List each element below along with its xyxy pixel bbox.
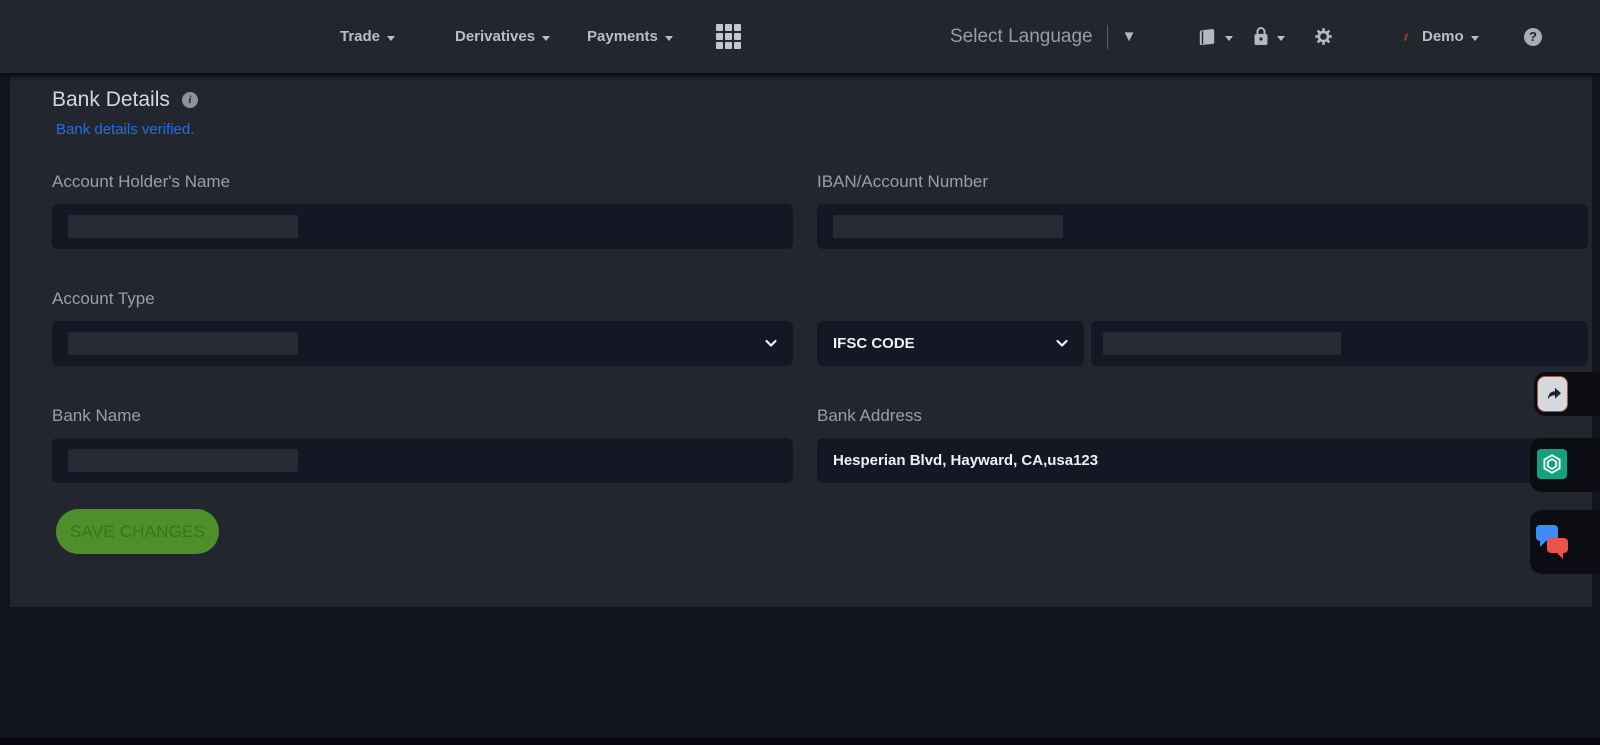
- bottom-edge-bar: [0, 738, 1600, 745]
- help-button[interactable]: ?: [1524, 0, 1542, 73]
- ifsc-code-select[interactable]: IFSC CODE: [817, 321, 1084, 366]
- chatgpt-icon[interactable]: [1537, 449, 1567, 479]
- language-dropdown-arrow-icon: ▼: [1122, 29, 1137, 44]
- top-nav: Trade Derivatives Payments Select Langua…: [0, 0, 1600, 73]
- info-icon[interactable]: i: [182, 92, 198, 108]
- chatgpt-knot-icon: [1541, 453, 1563, 475]
- divider: [1107, 25, 1108, 49]
- save-changes-button[interactable]: SAVE CHANGES: [56, 509, 219, 554]
- lock-icon: [1252, 26, 1270, 47]
- account-menu-demo[interactable]: Demo: [1405, 0, 1479, 73]
- app: Trade Derivatives Payments Select Langua…: [0, 0, 1600, 745]
- nav-item-label: Derivatives: [455, 28, 535, 45]
- security-lock-button[interactable]: [1252, 0, 1285, 73]
- gear-icon: [1314, 27, 1333, 46]
- chevron-down-icon: [763, 335, 779, 351]
- redacted-value: [1103, 332, 1341, 355]
- bank-details-panel: Bank Details i Bank details verified. Ac…: [10, 75, 1592, 607]
- chevron-down-icon: [1277, 36, 1285, 41]
- ifsc-code-input[interactable]: [1091, 321, 1588, 366]
- orders-book-button[interactable]: [1197, 0, 1233, 73]
- redacted-value: [68, 332, 298, 355]
- nav-item-label: Payments: [587, 28, 658, 45]
- chevron-down-icon: [387, 36, 395, 41]
- share-arrow-icon: [1542, 383, 1564, 405]
- apps-launcher-button[interactable]: [716, 0, 741, 73]
- account-type-label: Account Type: [52, 289, 155, 309]
- page-title-text: Bank Details: [52, 88, 170, 112]
- chat-bubbles-icon[interactable]: [1534, 521, 1570, 563]
- status-message: Bank details verified.: [56, 121, 194, 138]
- page-title: Bank Details i: [52, 88, 198, 112]
- bank-name-input[interactable]: [52, 438, 793, 483]
- iban-input[interactable]: [817, 204, 1588, 249]
- account-holder-input[interactable]: [52, 204, 793, 249]
- redacted-value: [68, 215, 298, 238]
- language-selector[interactable]: Select Language ▼: [950, 0, 1136, 73]
- language-selector-label: Select Language: [950, 26, 1093, 48]
- chevron-down-icon: [665, 36, 673, 41]
- chat-bubbles-glyph: [1534, 521, 1570, 563]
- nav-item-derivatives[interactable]: Derivatives: [455, 0, 550, 73]
- help-icon: ?: [1524, 28, 1542, 46]
- redacted-value: [833, 215, 1063, 238]
- status-tick-icon: [1404, 32, 1408, 40]
- bank-name-label: Bank Name: [52, 406, 141, 426]
- account-holder-label: Account Holder's Name: [52, 172, 230, 192]
- book-icon: [1197, 27, 1218, 47]
- account-menu-label: Demo: [1422, 28, 1464, 45]
- ifsc-select-value: IFSC CODE: [833, 321, 915, 366]
- account-type-select[interactable]: [52, 321, 793, 366]
- redacted-value: [68, 449, 298, 472]
- share-icon[interactable]: [1537, 376, 1568, 412]
- nav-item-payments[interactable]: Payments: [587, 0, 673, 73]
- chevron-down-icon: [1471, 36, 1479, 41]
- iban-label: IBAN/Account Number: [817, 172, 988, 192]
- settings-button[interactable]: [1314, 0, 1333, 73]
- chevron-down-icon: [1225, 36, 1233, 41]
- nav-item-trade[interactable]: Trade: [340, 0, 395, 73]
- chevron-down-icon: [542, 36, 550, 41]
- chevron-down-icon: [1054, 335, 1070, 351]
- apps-grid-icon: [716, 24, 741, 49]
- bank-address-label: Bank Address: [817, 406, 922, 426]
- bank-address-input[interactable]: [817, 438, 1588, 483]
- nav-item-label: Trade: [340, 28, 380, 45]
